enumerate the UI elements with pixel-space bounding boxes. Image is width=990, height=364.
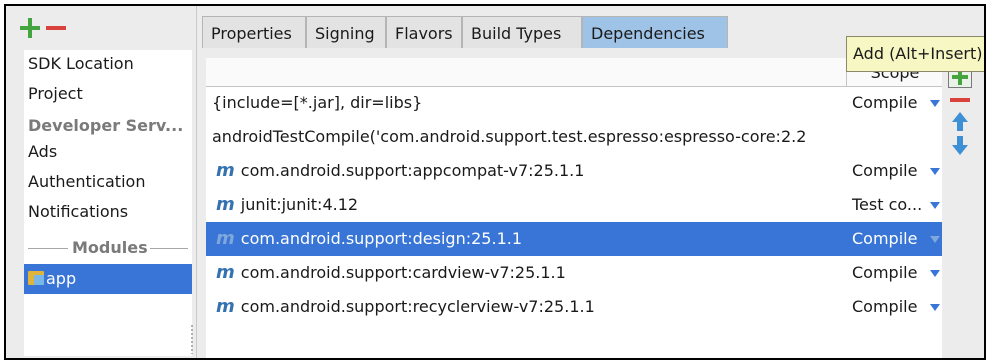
chevron-down-icon xyxy=(930,168,940,175)
tab-dependencies[interactable]: Dependencies xyxy=(582,16,728,48)
table-row[interactable]: {include=[*.jar], dir=libs} Compile xyxy=(206,86,942,120)
modules-label: Modules xyxy=(72,238,148,257)
modules-separator: Modules xyxy=(24,236,192,260)
module-item-app[interactable]: app xyxy=(24,264,192,294)
table-row[interactable]: m com.android.support:cardview-v7:25.1.1 … xyxy=(206,256,942,290)
table-header: Scope xyxy=(206,58,942,87)
dependency-name: androidTestCompile('com.android.support.… xyxy=(212,127,807,146)
sidebar-item-ads[interactable]: Ads xyxy=(28,138,57,166)
move-up-icon[interactable] xyxy=(952,112,968,132)
remove-icon[interactable] xyxy=(44,16,68,40)
tab-build-types[interactable]: Build Types xyxy=(462,16,582,48)
maven-icon: m xyxy=(216,296,235,317)
tab-signing[interactable]: Signing xyxy=(306,16,386,48)
table-row[interactable]: m junit:junit:4.12 Test co... xyxy=(206,188,942,222)
chevron-down-icon xyxy=(930,270,940,277)
tab-flavors[interactable]: Flavors xyxy=(386,16,462,48)
add-tooltip: Add (Alt+Insert) xyxy=(846,36,984,72)
sidebar-item-sdk-location[interactable]: SDK Location xyxy=(28,50,134,78)
project-structure-dialog: SDK Location Project Developer Serv... A… xyxy=(4,4,986,360)
chevron-down-icon xyxy=(930,202,940,209)
chevron-down-icon xyxy=(930,100,940,107)
module-folder-icon xyxy=(28,271,44,285)
table-row[interactable]: m com.android.support:recyclerview-v7:25.… xyxy=(206,290,942,324)
settings-list: SDK Location Project Developer Serv... A… xyxy=(24,50,192,356)
dependency-name: com.android.support:design:25.1.1 xyxy=(240,229,523,248)
chevron-down-icon xyxy=(930,236,940,243)
left-panel: SDK Location Project Developer Serv... A… xyxy=(6,6,197,358)
sidebar-item-notifications[interactable]: Notifications xyxy=(28,198,128,226)
dependencies-panel: Scope {include=[*.jar], dir=libs} Compil… xyxy=(202,48,942,358)
table-row[interactable]: m com.android.support:appcompat-v7:25.1.1… xyxy=(206,154,942,188)
chevron-down-icon xyxy=(930,304,940,311)
maven-icon: m xyxy=(216,262,235,283)
module-label: app xyxy=(46,269,77,288)
maven-icon: m xyxy=(216,160,235,181)
table-row-selected[interactable]: m com.android.support:design:25.1.1 Compi… xyxy=(206,222,942,256)
table-row[interactable]: androidTestCompile('com.android.support.… xyxy=(206,120,942,154)
dependency-name: junit:junit:4.12 xyxy=(240,195,359,214)
dependency-name: com.android.support:appcompat-v7:25.1.1 xyxy=(240,161,585,180)
tab-properties[interactable]: Properties xyxy=(202,16,306,48)
sidebar-section-developer-services: Developer Serv... xyxy=(28,116,184,135)
splitter-grip[interactable] xyxy=(190,324,194,354)
dependency-name: {include=[*.jar], dir=libs} xyxy=(212,93,423,112)
dependency-name: com.android.support:cardview-v7:25.1.1 xyxy=(240,263,566,282)
remove-dependency-button[interactable] xyxy=(950,98,970,102)
sidebar-item-project[interactable]: Project xyxy=(28,80,83,108)
dependency-name: com.android.support:recyclerview-v7:25.1… xyxy=(240,297,595,316)
move-down-icon[interactable] xyxy=(952,136,968,156)
dependencies-toolbar xyxy=(946,58,974,358)
maven-icon: m xyxy=(216,194,235,215)
dependencies-table: Scope {include=[*.jar], dir=libs} Compil… xyxy=(206,58,942,358)
sidebar-item-authentication[interactable]: Authentication xyxy=(28,168,145,196)
add-icon[interactable] xyxy=(18,16,42,40)
maven-icon: m xyxy=(216,228,235,249)
